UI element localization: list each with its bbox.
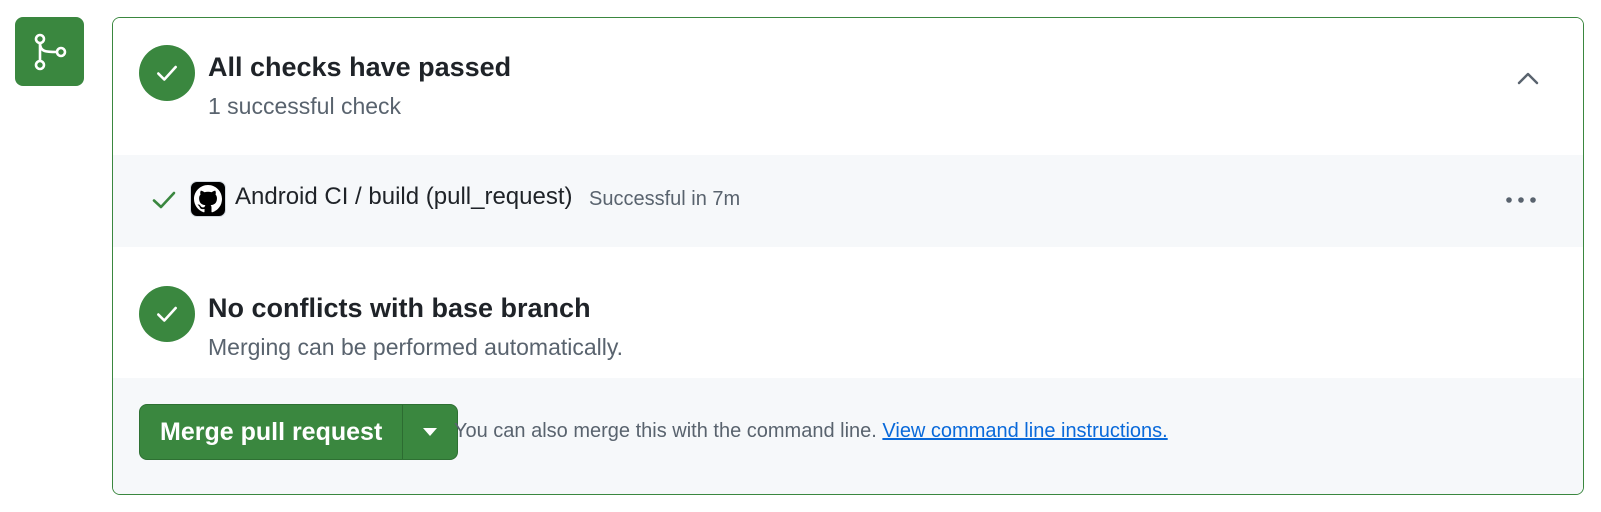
view-command-line-instructions-link[interactable]: View command line instructions. bbox=[882, 420, 1167, 442]
checks-success-icon bbox=[139, 45, 195, 101]
github-actions-avatar bbox=[190, 181, 226, 217]
check-run-name[interactable]: Android CI / build (pull_request) bbox=[235, 183, 573, 211]
git-branch-icon bbox=[34, 33, 66, 70]
check-run-more-button[interactable] bbox=[1501, 185, 1541, 215]
merge-box-page: All checks have passed 1 successful chec… bbox=[0, 0, 1601, 512]
merge-status-panel: All checks have passed 1 successful chec… bbox=[112, 17, 1584, 495]
chevron-up-icon bbox=[1517, 72, 1539, 85]
command-line-hint: You can also merge this with the command… bbox=[454, 420, 1168, 443]
check-run-duration: Successful in 7m bbox=[589, 188, 741, 210]
conflicts-subtitle: Merging can be performed automatically. bbox=[208, 334, 624, 360]
git-branch-badge bbox=[15, 17, 84, 86]
kebab-horizontal-icon bbox=[1506, 197, 1536, 203]
merge-button-group: Merge pull request bbox=[139, 404, 459, 460]
checks-subtitle: 1 successful check bbox=[208, 93, 402, 119]
command-line-hint-text: You can also merge this with the command… bbox=[454, 420, 877, 442]
check-run-status bbox=[151, 189, 177, 216]
github-icon bbox=[194, 185, 222, 213]
merge-method-dropdown[interactable] bbox=[403, 405, 457, 459]
merge-pull-request-button[interactable]: Merge pull request bbox=[140, 405, 402, 459]
conflicts-title: No conflicts with base branch bbox=[208, 293, 591, 323]
check-icon bbox=[152, 191, 176, 209]
collapse-checks-button[interactable] bbox=[1513, 63, 1543, 93]
conflicts-summary: No conflicts with base branch Merging ca… bbox=[113, 247, 1583, 379]
triangle-down-icon bbox=[423, 428, 438, 436]
checks-title: All checks have passed bbox=[208, 52, 512, 82]
merge-actions: Merge pull request You can also merge th… bbox=[113, 378, 1583, 494]
checks-summary: All checks have passed 1 successful chec… bbox=[113, 18, 1583, 156]
check-icon bbox=[157, 65, 177, 81]
check-run-row[interactable]: Android CI / build (pull_request) Succes… bbox=[113, 155, 1583, 248]
check-icon bbox=[157, 306, 177, 322]
conflicts-success-icon bbox=[139, 286, 195, 342]
